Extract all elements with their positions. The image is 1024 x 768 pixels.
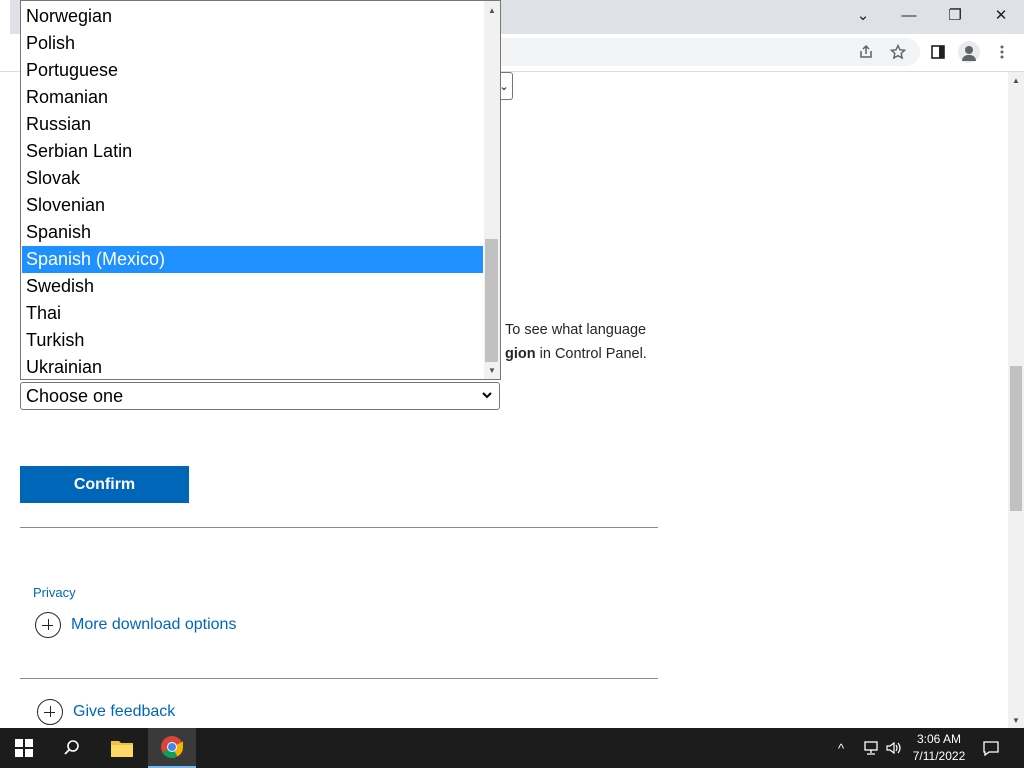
minimize-button[interactable]: —: [886, 0, 932, 30]
close-button[interactable]: ✕: [978, 0, 1024, 30]
search-icon: [64, 740, 79, 755]
dropdown-option[interactable]: Serbian Latin: [22, 138, 483, 165]
scroll-down-icon[interactable]: ▼: [484, 363, 500, 377]
scroll-up-icon[interactable]: ▲: [1008, 72, 1024, 88]
plus-circle-icon: [37, 699, 63, 725]
bookmark-star-icon[interactable]: [886, 40, 910, 64]
address-bar[interactable]: [470, 38, 920, 66]
description-line1: To see what language: [505, 322, 647, 338]
minimize-icon: —: [901, 6, 917, 24]
more-download-options-label: More download options: [71, 616, 237, 633]
close-icon: ✕: [994, 7, 1008, 24]
dropdown-option-selected[interactable]: Spanish (Mexico): [22, 246, 483, 273]
system-clock[interactable]: 3:06 AM 7/11/2022: [905, 731, 973, 765]
description-bold-text: gion: [505, 346, 536, 362]
privacy-link[interactable]: Privacy: [33, 585, 76, 600]
more-menu-icon[interactable]: [990, 40, 1014, 64]
dropdown-option[interactable]: Spanish: [22, 219, 483, 246]
file-explorer-button[interactable]: [98, 728, 146, 768]
tab-search-button[interactable]: ⌄: [840, 0, 886, 30]
page-scrollbar[interactable]: ▲ ▼: [1008, 72, 1024, 728]
clock-date: 7/11/2022: [912, 749, 966, 763]
chevron-up-icon: ^: [838, 740, 845, 756]
browser-tab[interactable]: [0, 0, 10, 34]
folder-icon: [111, 741, 133, 757]
restore-button[interactable]: ❐: [932, 0, 978, 30]
dropdown-scrollbar[interactable]: ▲ ▼: [484, 1, 500, 379]
scroll-down-icon[interactable]: ▼: [1008, 712, 1024, 728]
windows-taskbar: ^ 3:06 AM 7/11/2022: [0, 728, 1024, 768]
give-feedback-label: Give feedback: [73, 703, 176, 720]
dropdown-option[interactable]: Portuguese: [22, 57, 483, 84]
divider: [20, 527, 658, 528]
dropdown-option[interactable]: Swedish: [22, 273, 483, 300]
language-dropdown-list[interactable]: Norwegian Polish Portuguese Romanian Rus…: [20, 0, 501, 380]
chevron-down-icon: [481, 383, 493, 418]
dropdown-option[interactable]: Thai: [22, 300, 483, 327]
windows-logo-icon: [15, 739, 33, 757]
search-button[interactable]: [48, 728, 96, 768]
notification-icon: [983, 741, 999, 756]
language-select-value: Choose one: [26, 386, 124, 406]
description-line2: in Control Panel.: [535, 346, 647, 362]
dropdown-option[interactable]: Turkish: [22, 327, 483, 354]
scroll-up-icon[interactable]: ▲: [484, 3, 500, 17]
volume-icon[interactable]: [885, 728, 903, 768]
dropdown-scrollbar-thumb[interactable]: [485, 239, 498, 362]
dropdown-option[interactable]: Norwegian: [22, 3, 483, 30]
dropdown-option[interactable]: Romanian: [22, 84, 483, 111]
dropdown-option[interactable]: Slovenian: [22, 192, 483, 219]
give-feedback-expander[interactable]: Give feedback: [37, 699, 175, 725]
dropdown-option[interactable]: Russian: [22, 111, 483, 138]
language-select[interactable]: Choose one: [20, 382, 500, 410]
side-panel-icon[interactable]: [926, 40, 950, 64]
chrome-icon: [161, 736, 183, 758]
divider: [20, 678, 658, 679]
dropdown-option[interactable]: Ukrainian: [22, 354, 483, 379]
confirm-button[interactable]: Confirm: [20, 466, 189, 503]
share-icon[interactable]: [854, 40, 878, 64]
confirm-label: Confirm: [73, 475, 136, 493]
dropdown-option[interactable]: Slovak: [22, 165, 483, 192]
chrome-taskbar-button[interactable]: [148, 728, 196, 768]
profile-avatar-icon[interactable]: [958, 41, 980, 63]
start-button[interactable]: [0, 728, 48, 768]
restore-icon: ❐: [948, 7, 962, 24]
network-icon[interactable]: [862, 728, 880, 768]
show-hidden-icons[interactable]: ^: [838, 728, 844, 768]
dropdown-option[interactable]: Polish: [22, 30, 483, 57]
plus-circle-icon: [35, 612, 61, 638]
more-download-options-expander[interactable]: More download options: [35, 612, 236, 638]
notifications-button[interactable]: [982, 728, 1000, 768]
language-description: To see what language gion in Control Pan…: [505, 318, 705, 366]
chevron-down-icon: ⌄: [856, 7, 870, 24]
clock-time: 3:06 AM: [916, 732, 962, 746]
scrollbar-thumb[interactable]: [1010, 366, 1022, 511]
